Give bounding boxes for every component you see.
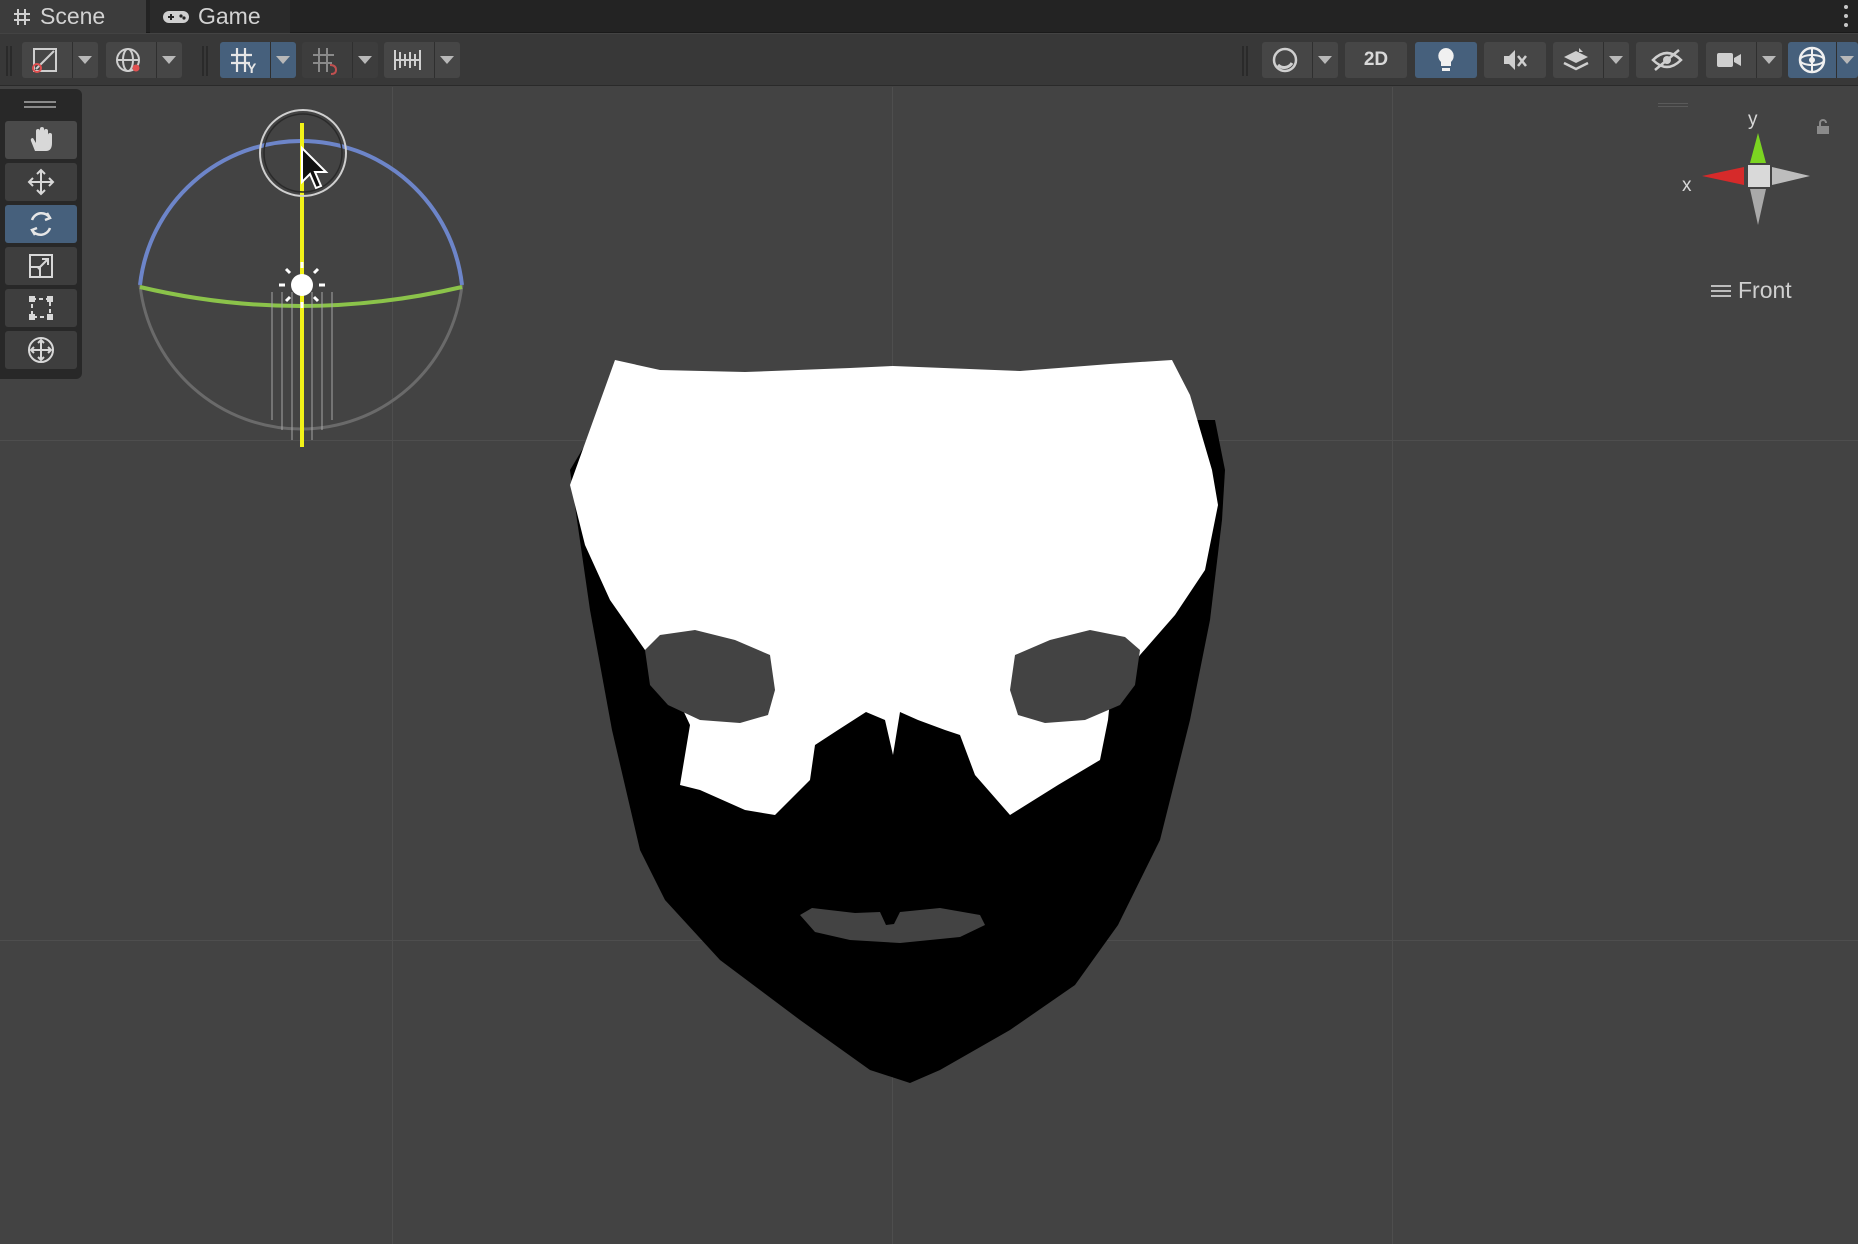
tab-scene-label: Scene xyxy=(40,3,106,29)
2d-toggle-label: 2D xyxy=(1363,49,1389,70)
draw-mode-dropdown[interactable] xyxy=(22,42,98,78)
lightbulb-icon xyxy=(1438,48,1454,71)
ruler-snap-dropdown[interactable] xyxy=(384,42,460,78)
shading-sphere-icon xyxy=(1272,47,1298,73)
scale-icon xyxy=(29,254,53,278)
tab-game-label: Game xyxy=(198,3,261,29)
move-arrows-icon xyxy=(27,168,55,196)
audio-toggle[interactable] xyxy=(1484,42,1546,78)
eye-slash-icon xyxy=(1651,49,1683,71)
scene-toolbar: Y 2D xyxy=(0,34,1858,86)
toolbar-grip-right xyxy=(1242,46,1248,76)
rect-tool[interactable] xyxy=(5,289,77,327)
globe-icon xyxy=(116,48,140,72)
gizmos-dropdown[interactable] xyxy=(1788,42,1858,78)
scene-viewport[interactable]: x y Front xyxy=(0,87,1858,1244)
gizmo-globe-icon xyxy=(1798,46,1826,74)
tab-options-menu[interactable] xyxy=(1840,3,1852,29)
hidden-objects-toggle[interactable] xyxy=(1636,42,1698,78)
palette-drag-handle[interactable] xyxy=(24,101,56,103)
tab-scene[interactable]: Scene xyxy=(0,0,146,33)
camera-dropdown[interactable] xyxy=(1706,42,1782,78)
speaker-muted-icon xyxy=(1504,50,1527,70)
tool-palette xyxy=(0,89,82,379)
view-mode-label[interactable]: Front xyxy=(1710,277,1792,304)
toolbar-grip-mid xyxy=(202,46,208,76)
effects-dropdown[interactable] xyxy=(1553,42,1629,78)
axis-x-label: x xyxy=(1682,175,1692,196)
rotate-tool[interactable] xyxy=(5,205,77,243)
hamburger-icon xyxy=(1711,284,1731,297)
transform-tool[interactable] xyxy=(5,331,77,369)
lock-icon[interactable] xyxy=(1816,119,1830,135)
overlay-grip[interactable] xyxy=(1658,103,1688,107)
camera-icon xyxy=(1717,53,1741,67)
hand-icon xyxy=(30,127,52,151)
move-tool[interactable] xyxy=(5,163,77,201)
view-mode-text: Front xyxy=(1738,277,1792,303)
2d-toggle[interactable]: 2D xyxy=(1345,42,1407,78)
svg-text:Y: Y xyxy=(247,60,257,75)
draw-mode-icon xyxy=(32,48,57,73)
rotation-gizmo[interactable] xyxy=(130,97,470,467)
layers-icon xyxy=(1563,48,1589,71)
grid-hash-icon xyxy=(14,8,30,25)
toolbar-grip-left xyxy=(6,46,12,76)
transform-icon xyxy=(28,337,54,363)
axis-y-label: y xyxy=(1748,109,1758,130)
sun-light-icon xyxy=(291,274,313,296)
grid-snap-icon: Y xyxy=(231,48,257,75)
tab-game[interactable]: Game xyxy=(150,0,290,33)
shading-mode-dropdown[interactable] xyxy=(1262,42,1338,78)
incremental-snap-toggle[interactable] xyxy=(302,42,378,78)
ruler-icon xyxy=(394,50,421,70)
tab-bar: Scene Game xyxy=(0,0,1858,33)
global-local-dropdown[interactable] xyxy=(106,42,182,78)
lighting-toggle[interactable] xyxy=(1415,42,1477,78)
grid-snapping-toggle[interactable]: Y xyxy=(220,42,296,78)
cursor-arrow-icon xyxy=(301,145,329,190)
hand-tool[interactable] xyxy=(5,121,77,159)
rotate-icon xyxy=(30,211,52,237)
incremental-snap-icon xyxy=(313,48,338,75)
gamepad-icon xyxy=(163,10,189,23)
rect-icon xyxy=(29,296,53,320)
scale-tool[interactable] xyxy=(5,247,77,285)
